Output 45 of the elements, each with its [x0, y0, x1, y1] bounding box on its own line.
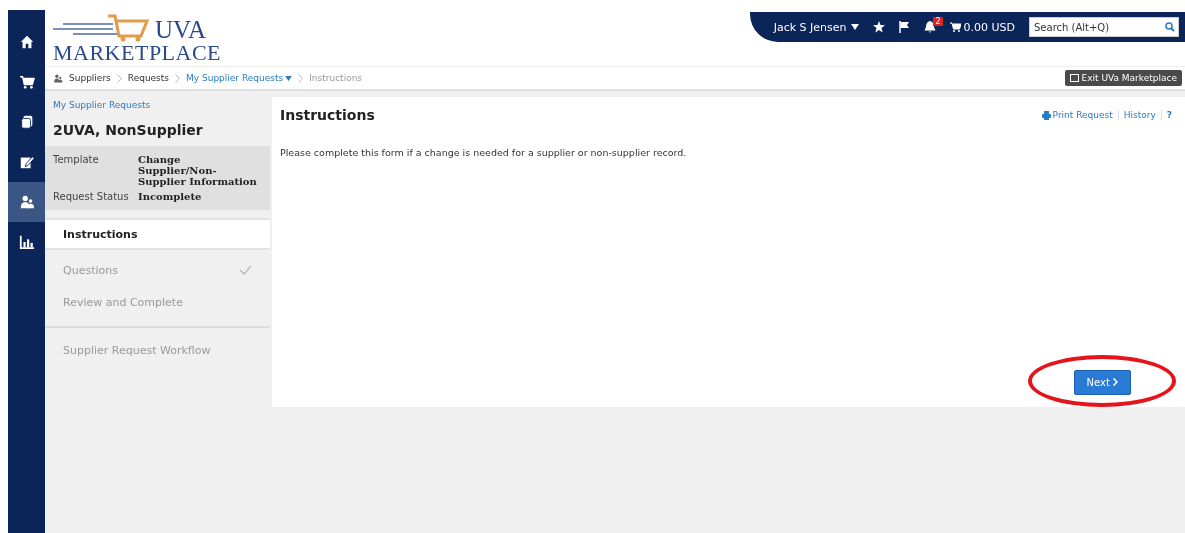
field-value: Incomplete [138, 191, 203, 202]
documents-icon [18, 114, 35, 130]
step-item[interactable]: Questions [45, 254, 270, 286]
action-link[interactable]: History [1117, 110, 1161, 120]
request-title: 2UVA, NonSupplier [52, 121, 204, 140]
chart-icon [18, 234, 35, 250]
home-icon [18, 34, 35, 50]
search-icon[interactable] [1165, 22, 1175, 32]
field-label: Template [53, 154, 100, 167]
step-item[interactable]: Instructions [45, 218, 270, 250]
search-field[interactable]: Search (Alt+Q) [1029, 17, 1179, 37]
chevron-icon [1113, 378, 1118, 386]
back-link[interactable]: My Supplier Requests [45, 91, 270, 114]
section-title: Instructions [280, 107, 375, 123]
next-button[interactable]: Next [1073, 370, 1131, 395]
field-value: Change Supplier/Non-Supplier Information [138, 154, 258, 187]
people-icon [18, 194, 35, 210]
chevron-icon [116, 73, 122, 83]
breadcrumb-link[interactable]: My Supplier Requests [186, 73, 293, 83]
cart-total[interactable]: 0.00 USD [949, 20, 1015, 34]
flag-icon[interactable] [898, 21, 910, 33]
step-item[interactable]: Review and Complete [45, 286, 270, 318]
window-icon [1069, 74, 1079, 82]
chevron-icon [175, 73, 181, 83]
caret-icon [850, 24, 859, 30]
logo-text: UVA [155, 17, 206, 42]
chevron-icon [298, 73, 304, 83]
bell-icon[interactable] [923, 21, 936, 33]
people-icon [53, 72, 63, 84]
edit-icon [18, 154, 35, 170]
logo-text: MARKETPLACE [53, 42, 222, 64]
cart-icon [949, 22, 961, 32]
cart-icon [18, 74, 35, 90]
star-icon[interactable] [872, 21, 885, 33]
action-link[interactable]: Print Request [1036, 110, 1118, 120]
breadcrumb-link[interactable]: Suppliers [69, 73, 111, 83]
exit-button[interactable]: Exit UVa Marketplace [1064, 70, 1182, 86]
help-link[interactable]: ? [1160, 110, 1177, 120]
breadcrumb-link[interactable]: Requests [127, 73, 170, 83]
notification-badge: 2 [933, 17, 943, 26]
instructions-text: Please complete this form if a change is needed for a supplier or non-supplier record. [280, 147, 688, 158]
field-label: Request Status [53, 191, 130, 202]
workflow-link[interactable]: Supplier Request Workflow [45, 328, 270, 373]
caret-icon [285, 75, 293, 81]
user-menu[interactable]: Jack S Jensen [773, 20, 859, 34]
